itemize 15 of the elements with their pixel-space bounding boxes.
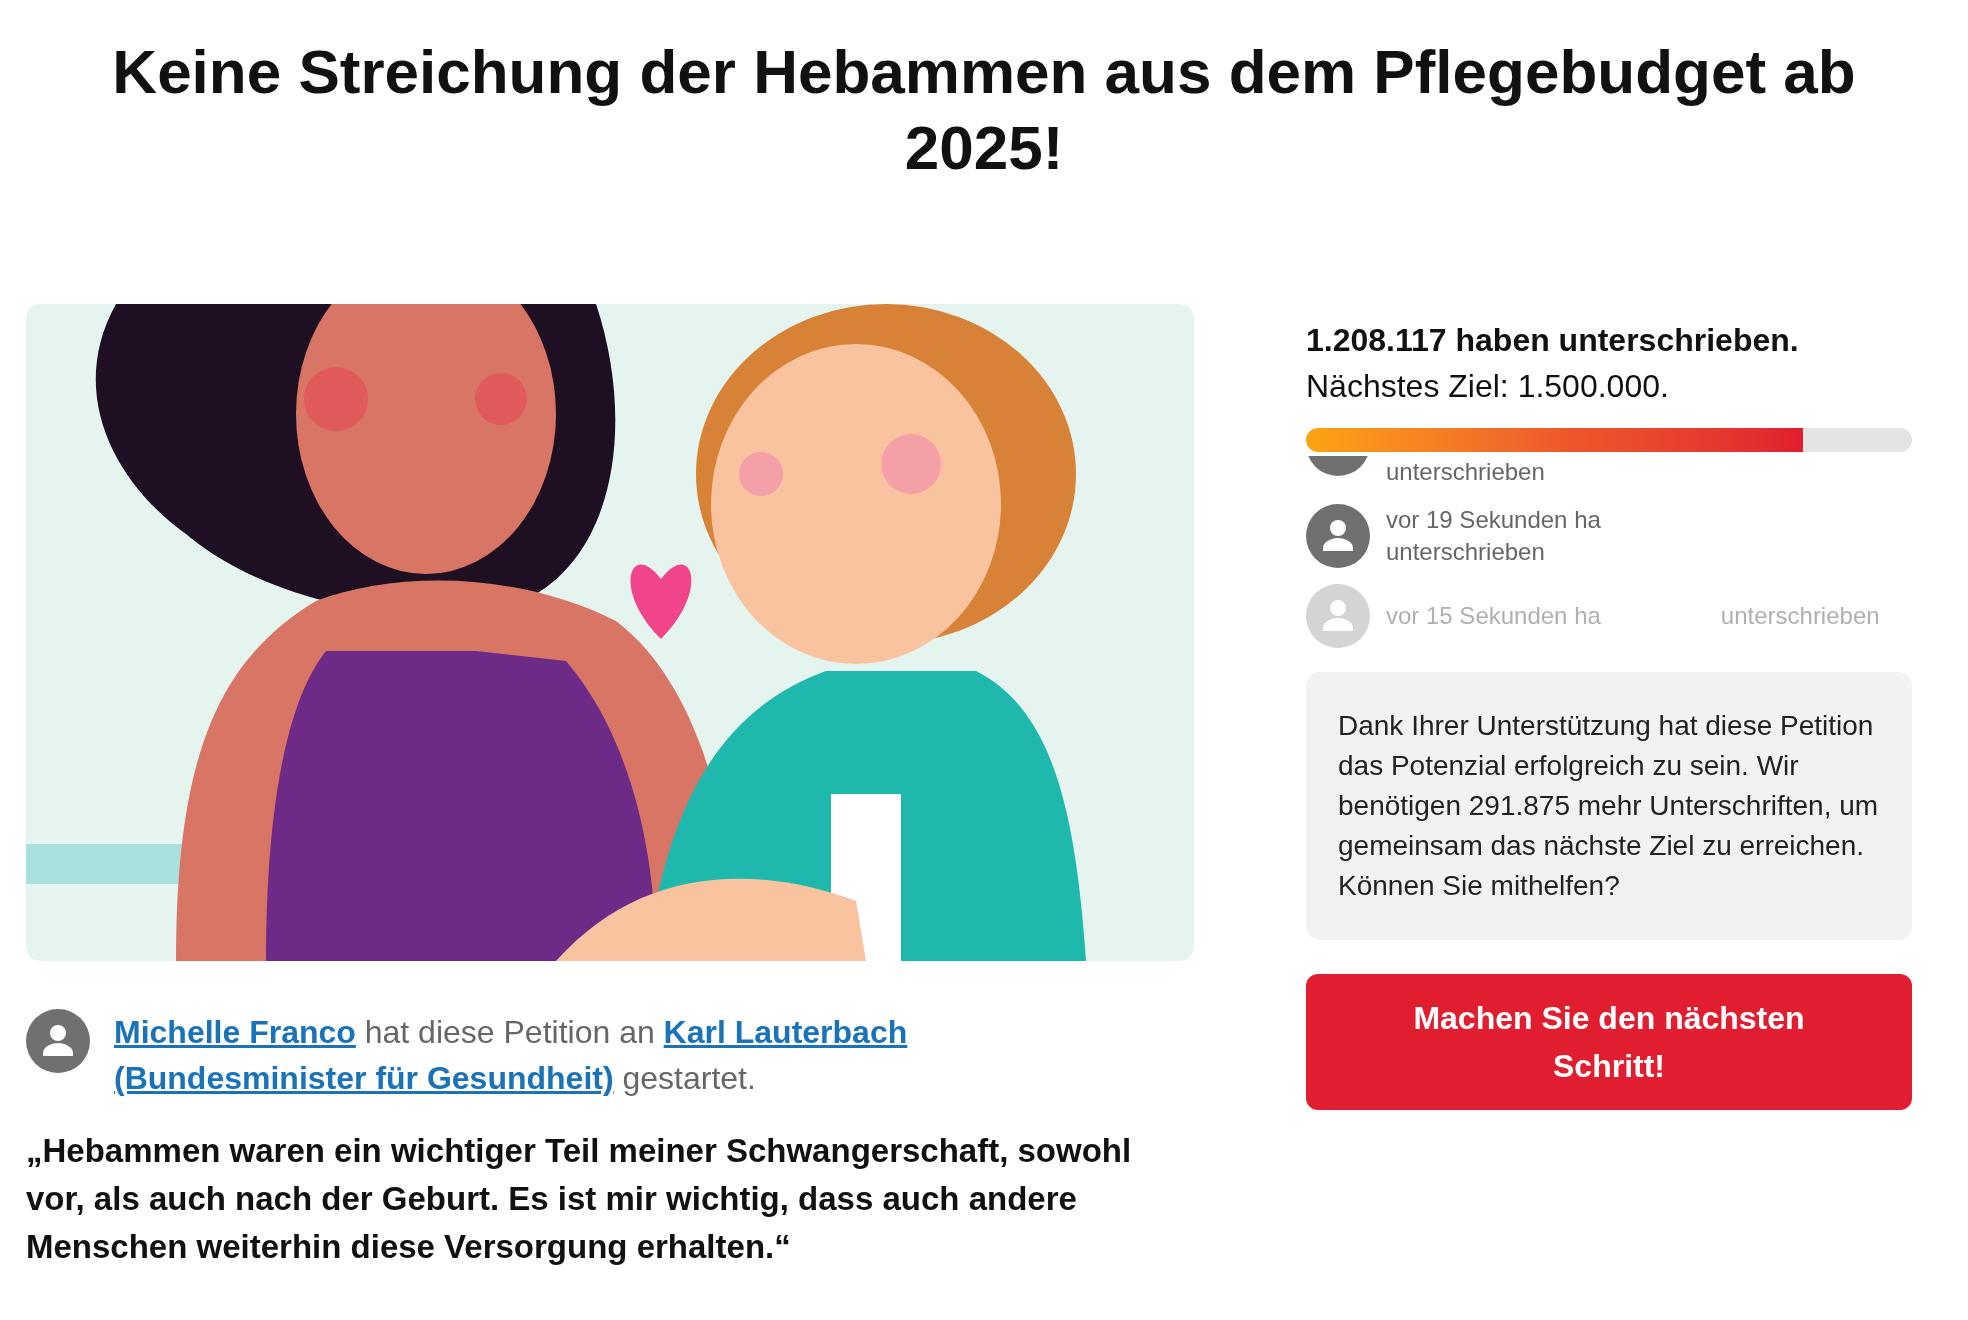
signer-activity-text: unterschrieben [1386,457,1545,487]
signer-activity-text: unterschrieben [1386,537,1546,567]
support-text: Dank Ihrer Unterstützung hat diese Petition das Potenzial erfolgreich zu sein. Wir benötigen 291.875 mehr Unterschriften, um gemeinsam das nächste Ziel zu erreichen. Können Sie mithelfen? [1338,709,1880,903]
signature-count: 1.208.117 haben unterschrieben. [1306,321,1800,360]
signer-activity-text: vor 19 Sekunden ha [1386,505,1601,535]
recipient-link[interactable]: (Bundesminister für Gesundheit) [114,1060,614,1096]
next-step-button[interactable]: Machen Sie den nächsten Schritt! [1306,974,1912,1110]
signer-activity-text: unterschrieben [1720,601,1880,631]
recipient-link[interactable]: Karl Lauterbach [663,1014,908,1050]
next-goal-text: Nächstes Ziel: 1.500.000. [1306,367,1670,406]
author-link[interactable]: Michelle Franco [114,1014,356,1050]
petition-quote: „Hebammen waren ein wichtiger Teil meiner Schwangerschaft, sowohl vor, als auch nach der Geburt. Es ist mir wichtig, dass auch andere Menschen weiterhin diese Versorgung erhalten.“ [26,1131,1133,1267]
petition-title: Keine Streichung der Hebammen aus dem Pflegebudget ab 2025! [111,36,1857,184]
signer-activity-text: vor 15 Sekunden ha [1386,601,1601,631]
petition-starter-text: Michelle Franco hat diese Petition an Karl Lauterbach (Bundesminister für Gesundheit) gestartet. [114,1013,909,1098]
